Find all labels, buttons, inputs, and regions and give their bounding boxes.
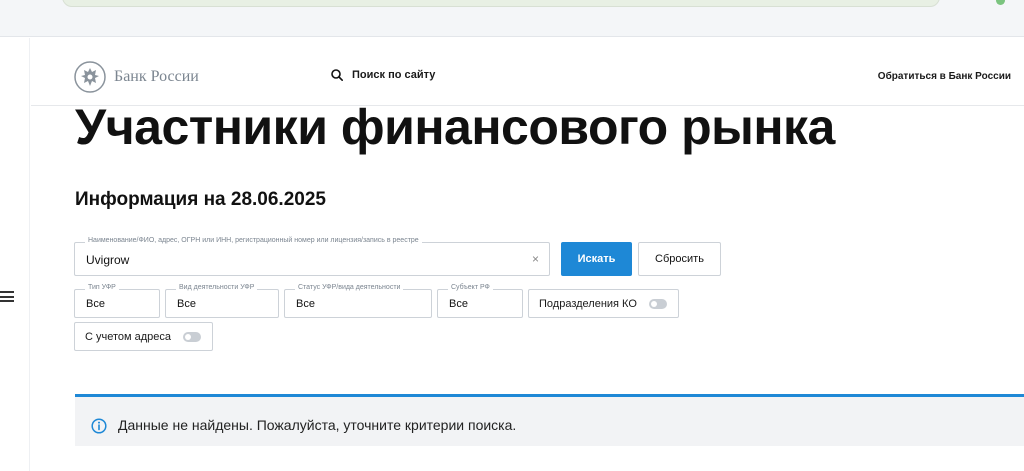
reset-button[interactable]: Сбросить bbox=[638, 242, 721, 276]
filter-activity-type-label: Вид деятельности УФР bbox=[176, 284, 258, 291]
notice-text: Данные не найдены. Пожалуйста, уточните … bbox=[118, 417, 517, 433]
search-button[interactable]: Искать bbox=[561, 242, 632, 276]
browser-top-strip bbox=[0, 0, 1024, 37]
toggle-address-switch[interactable] bbox=[183, 331, 202, 342]
filter-region-label: Субъект РФ bbox=[448, 284, 493, 291]
toggle-address-label: С учетом адреса bbox=[85, 330, 172, 343]
search-input-label: Наименование/ФИО, адрес, ОГРН или ИНН, р… bbox=[85, 237, 422, 244]
filter-ufr-type[interactable]: Тип УФР Все bbox=[74, 284, 160, 318]
search-input[interactable]: Наименование/ФИО, адрес, ОГРН или ИНН, р… bbox=[74, 237, 550, 276]
search-link-label: Поиск по сайту bbox=[352, 69, 436, 81]
filter-status-label: Статус УФР/вида деятельности bbox=[295, 284, 404, 291]
hamburger-menu-icon[interactable] bbox=[0, 291, 14, 302]
browser-address-bar[interactable] bbox=[62, 0, 940, 7]
left-rail bbox=[0, 38, 30, 471]
browser-status-dot bbox=[996, 0, 1005, 5]
filter-ufr-type-value: Все bbox=[86, 298, 105, 310]
toggle-address[interactable]: С учетом адреса bbox=[74, 322, 213, 351]
info-icon bbox=[91, 418, 107, 434]
filter-status[interactable]: Статус УФР/вида деятельности Все bbox=[284, 284, 432, 318]
info-date-heading: Информация на 28.06.2025 bbox=[75, 189, 326, 210]
toggle-branches-switch[interactable] bbox=[648, 298, 667, 309]
page-title: Участники финансового рынка bbox=[75, 99, 835, 155]
clear-search-icon[interactable]: × bbox=[532, 252, 539, 266]
site-search-link[interactable]: Поиск по сайту bbox=[331, 69, 435, 81]
search-input-value[interactable]: Uvigrow bbox=[86, 253, 129, 267]
bank-eagle-logo-icon[interactable] bbox=[74, 61, 106, 93]
site-header: Банк России Поиск по сайту Обратиться в … bbox=[31, 38, 1024, 106]
filter-ufr-type-label: Тип УФР bbox=[85, 284, 119, 291]
filter-activity-type[interactable]: Вид деятельности УФР Все bbox=[165, 284, 279, 318]
toggle-branches-label: Подразделения КО bbox=[539, 297, 637, 310]
contact-bank-link[interactable]: Обратиться в Банк России bbox=[878, 71, 1011, 82]
filter-activity-type-value: Все bbox=[177, 298, 196, 310]
filter-region-value: Все bbox=[449, 298, 468, 310]
search-icon bbox=[331, 69, 343, 81]
logo-text[interactable]: Банк России bbox=[114, 68, 199, 86]
toggle-branches[interactable]: Подразделения КО bbox=[528, 289, 679, 318]
filter-region[interactable]: Субъект РФ Все bbox=[437, 284, 523, 318]
no-results-notice: Данные не найдены. Пожалуйста, уточните … bbox=[75, 394, 1024, 446]
filter-status-value: Все bbox=[296, 298, 315, 310]
